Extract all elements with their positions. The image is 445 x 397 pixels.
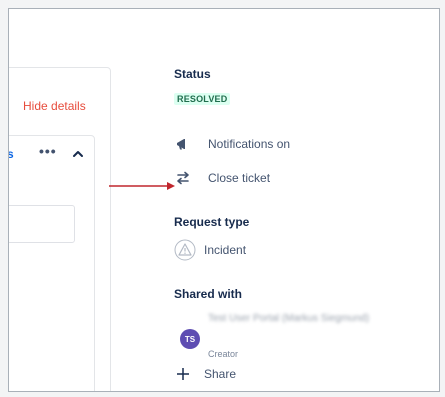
notifications-label: Notifications on bbox=[208, 137, 291, 151]
request-details-sidebar: Status RESOLVED Notifications on Close t… bbox=[174, 9, 434, 391]
shared-user-role: Creator bbox=[208, 349, 239, 359]
shared-user-name: Test User Portal (Markus Siegmund) bbox=[208, 313, 370, 324]
status-badge: RESOLVED bbox=[174, 93, 231, 105]
megaphone-icon bbox=[174, 135, 192, 153]
close-ticket-button[interactable]: Close ticket bbox=[174, 169, 270, 187]
request-type-value: Incident bbox=[174, 239, 246, 261]
shared-with-heading: Shared with bbox=[174, 287, 243, 301]
tab-fragment[interactable]: s bbox=[9, 147, 14, 161]
annotation-arrow bbox=[109, 182, 175, 190]
close-ticket-label: Close ticket bbox=[208, 171, 271, 185]
chevron-up-icon[interactable] bbox=[71, 147, 85, 161]
comment-input[interactable] bbox=[9, 205, 75, 243]
status-heading: Status bbox=[174, 67, 211, 81]
hide-details-link[interactable]: Hide details bbox=[23, 99, 86, 113]
notifications-toggle[interactable]: Notifications on bbox=[174, 135, 290, 153]
activity-card bbox=[9, 135, 95, 391]
share-label: Share bbox=[204, 367, 237, 381]
share-button[interactable]: Share bbox=[174, 365, 236, 383]
request-type-label: Incident bbox=[204, 243, 247, 257]
request-type-heading: Request type bbox=[174, 215, 250, 229]
avatar: TS bbox=[180, 329, 200, 349]
plus-icon bbox=[174, 365, 192, 383]
warning-triangle-icon bbox=[174, 239, 196, 261]
transfer-arrows-icon bbox=[174, 169, 192, 187]
more-icon[interactable]: ••• bbox=[39, 143, 57, 159]
app-frame: Hide details s ••• Status RESOLVED Notif… bbox=[8, 8, 440, 392]
